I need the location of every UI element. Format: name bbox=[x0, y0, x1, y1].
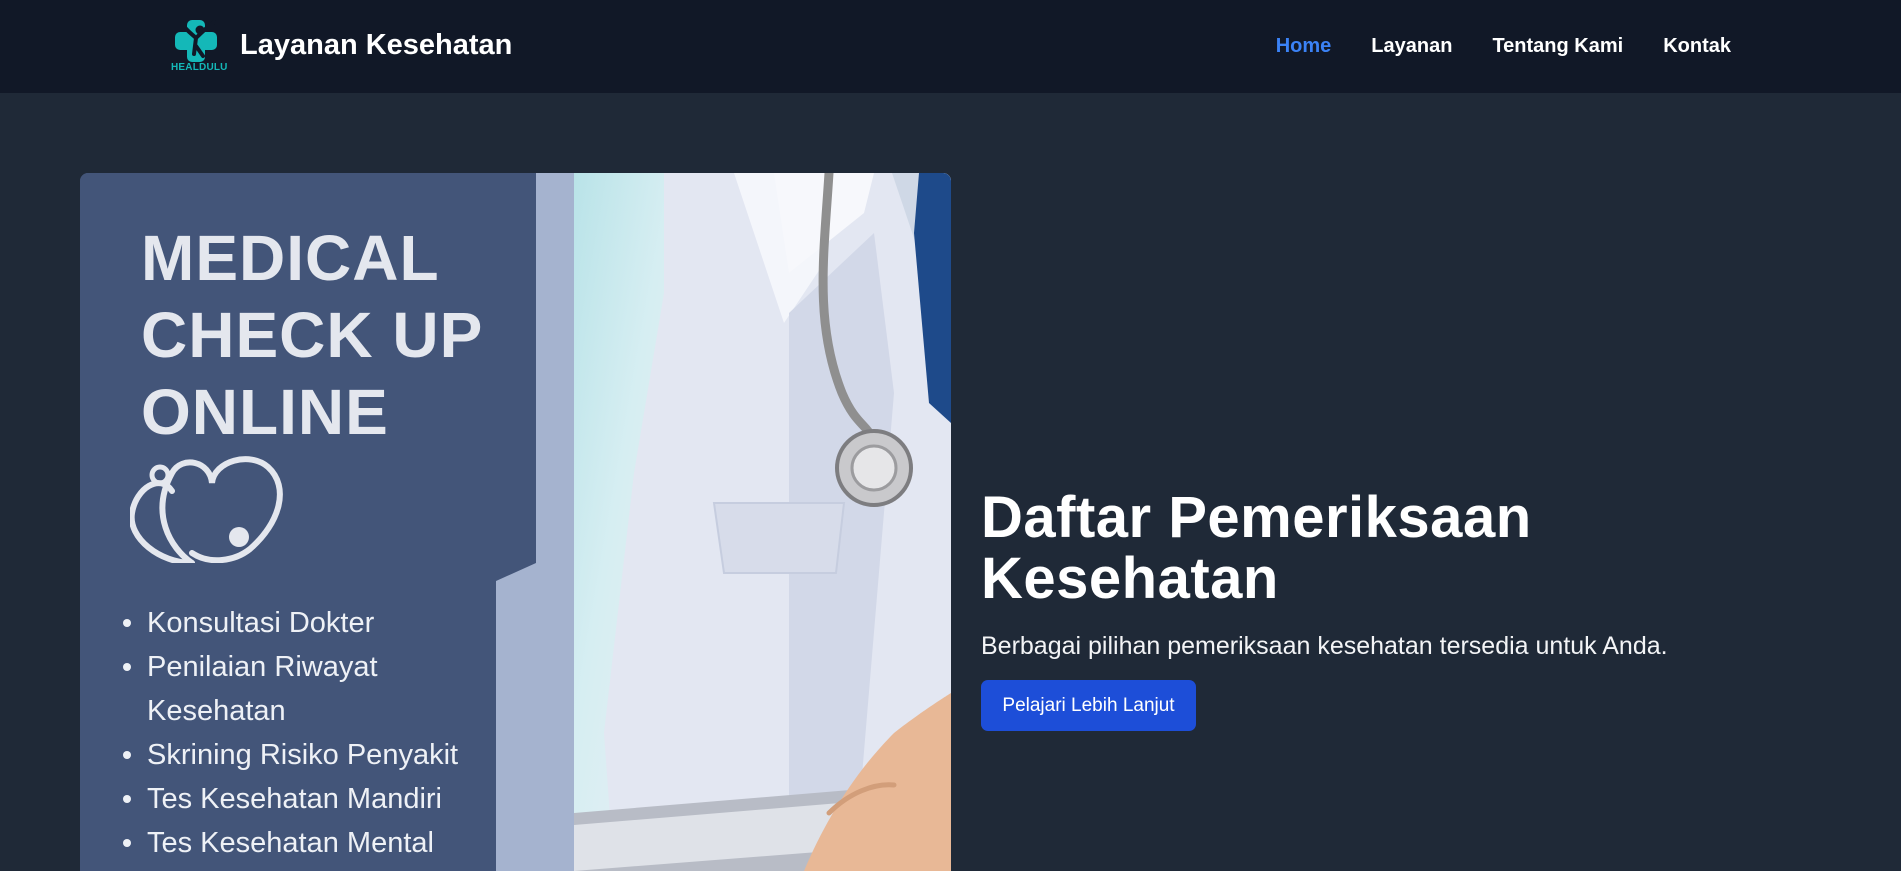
list-item: Tes Kesehatan Mental bbox=[123, 821, 503, 865]
medical-checkup-banner: MEDICAL CHECK UP ONLINE Konsultasi Dokte… bbox=[80, 173, 951, 871]
hero-section: Daftar Pemeriksaan Kesehatan Berbagai pi… bbox=[981, 485, 1841, 731]
doctor-photo bbox=[574, 173, 951, 871]
logo-text: HEALDULU bbox=[171, 62, 228, 73]
nav-link-layanan[interactable]: Layanan bbox=[1371, 35, 1452, 58]
healdulu-logo-icon: HEALDULU bbox=[170, 16, 228, 74]
stethoscope-icon bbox=[130, 456, 283, 563]
banner-heading: MEDICAL CHECK UP ONLINE bbox=[141, 220, 521, 451]
brand-title: Layanan Kesehatan bbox=[240, 28, 513, 61]
hero-title: Daftar Pemeriksaan Kesehatan bbox=[981, 485, 1532, 611]
list-item: Skrining Risiko Penyakit bbox=[123, 733, 503, 777]
banner-heading-line: MEDICAL bbox=[141, 222, 440, 294]
hero-subtitle: Berbagai pilihan pemeriksaan kesehatan t… bbox=[981, 632, 1668, 660]
navbar: HEALDULU Layanan Kesehatan Home Layanan … bbox=[0, 0, 1901, 93]
brand-link[interactable]: HEALDULU Layanan Kesehatan bbox=[170, 16, 512, 74]
service-list: Konsultasi Dokter Penilaian Riwayat Kese… bbox=[123, 601, 503, 865]
nav-link-tentang-kami[interactable]: Tentang Kami bbox=[1492, 35, 1623, 58]
learn-more-button[interactable]: Pelajari Lebih Lanjut bbox=[981, 680, 1196, 731]
banner-heading-line: CHECK UP bbox=[141, 299, 484, 371]
list-item: Tes Kesehatan Mandiri bbox=[123, 777, 503, 821]
list-item: Penilaian Riwayat Kesehatan bbox=[123, 645, 503, 733]
list-item: Konsultasi Dokter bbox=[123, 601, 503, 645]
nav-link-kontak[interactable]: Kontak bbox=[1663, 35, 1731, 58]
nav-link-home[interactable]: Home bbox=[1276, 35, 1332, 58]
main-nav: Home Layanan Tentang Kami Kontak bbox=[1276, 0, 1731, 93]
banner-heading-line: ONLINE bbox=[141, 376, 389, 448]
